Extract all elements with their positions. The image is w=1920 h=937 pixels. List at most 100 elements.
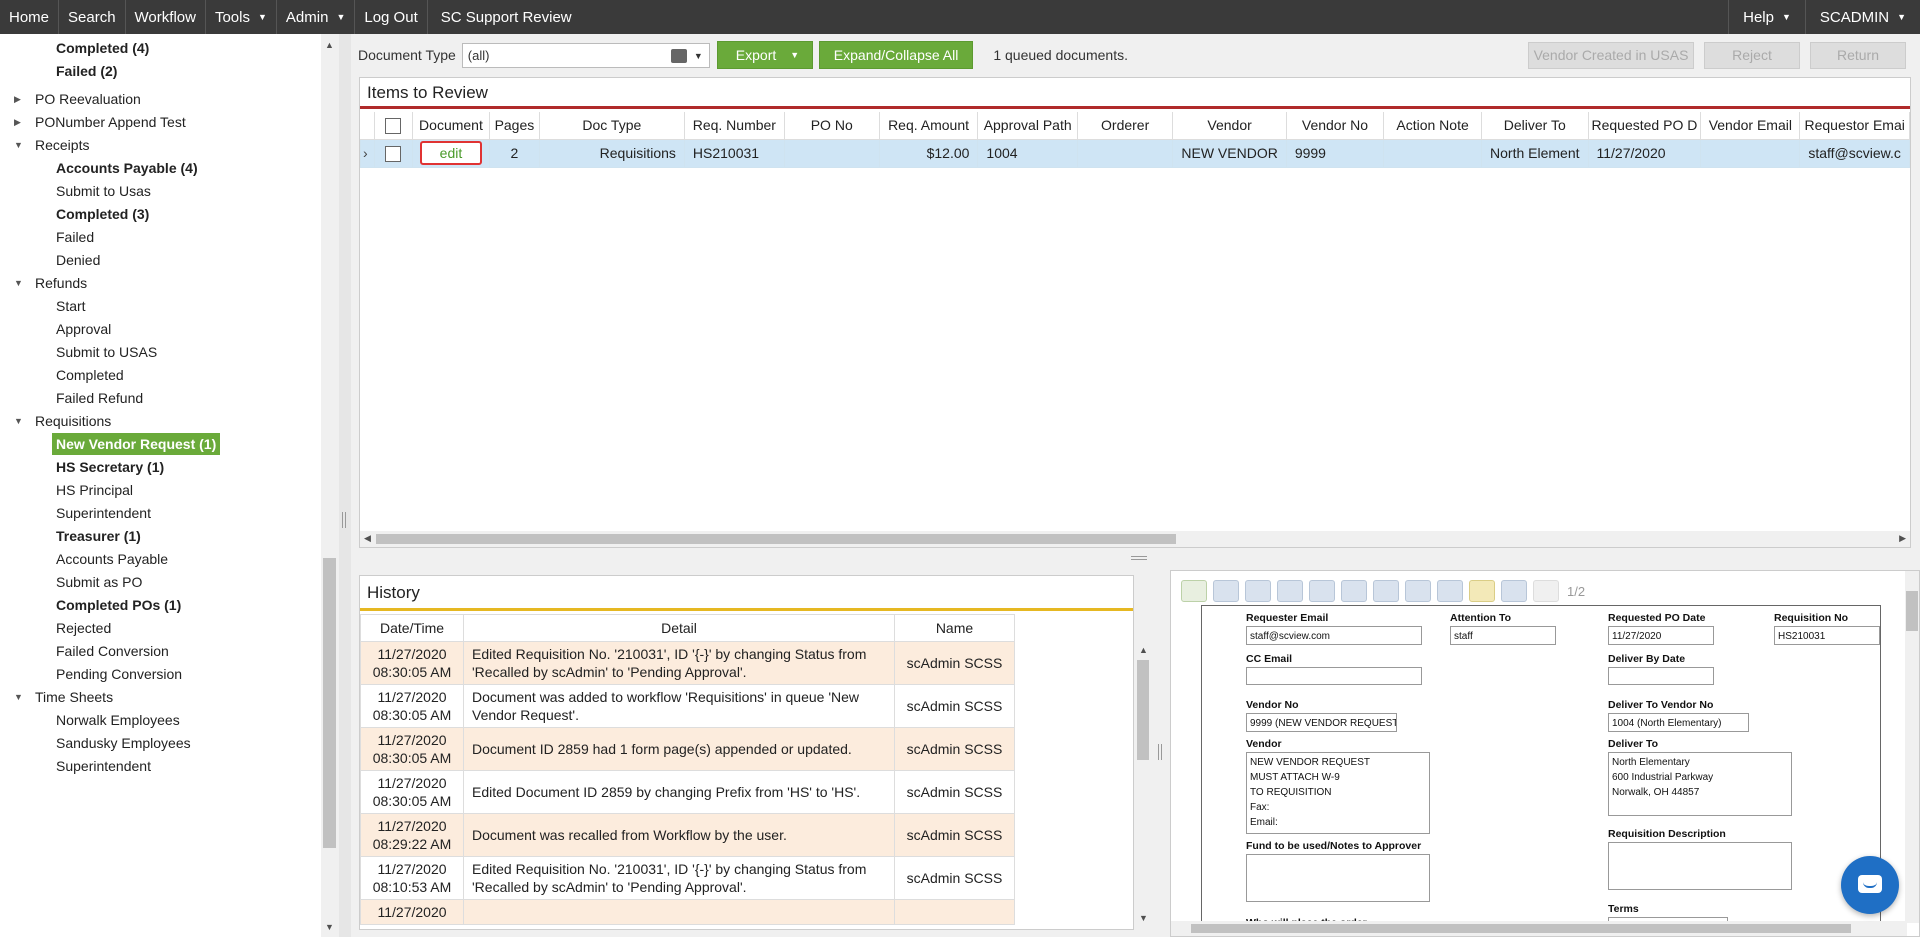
cell-req-amount: $12.00	[878, 138, 979, 168]
viewer-vertical-scrollbar[interactable]	[1905, 571, 1919, 923]
sidebar-splitter[interactable]	[339, 34, 351, 937]
edit-link[interactable]: edit	[419, 141, 483, 165]
col-header-datetime[interactable]: Date/Time	[360, 614, 464, 642]
review-toolbar: Document Type (all) ▼ Export ▼ Expand/Col…	[351, 34, 1920, 76]
col-header-vendor-no[interactable]: Vendor No	[1285, 112, 1385, 140]
col-header-req-number[interactable]: Req. Number	[683, 112, 785, 140]
nav-workflow[interactable]: Workflow	[126, 0, 206, 34]
print-icon[interactable]	[1213, 580, 1239, 602]
col-header-deliver-to[interactable]: Deliver To	[1481, 112, 1589, 140]
history-datetime: 11/27/2020 08:30:05 AM	[360, 770, 464, 814]
select-all-checkbox[interactable]	[385, 117, 402, 134]
vendor-created-button[interactable]: Vendor Created in USAS	[1528, 41, 1694, 69]
nav-search[interactable]: Search	[59, 0, 126, 34]
scroll-down-icon[interactable]: ▼	[1139, 913, 1148, 923]
fit-page-icon[interactable]	[1309, 580, 1335, 602]
col-header-pages[interactable]: Pages	[489, 112, 540, 140]
cc-email-label: CC Email	[1246, 653, 1293, 665]
col-header-vendor[interactable]: Vendor	[1172, 112, 1287, 140]
table-row[interactable]: › edit 2 Requisitions HS210031 $12.00 10…	[360, 138, 1910, 168]
table-row[interactable]: 11/27/2020 08:30:05 AM Edited Document ID …	[360, 770, 1015, 814]
table-row[interactable]: 11/27/2020	[360, 899, 1015, 925]
reject-button[interactable]: Reject	[1704, 41, 1800, 69]
col-header-approval-path[interactable]: Approval Path	[977, 112, 1078, 140]
caret-down-icon[interactable]: ▼	[694, 51, 703, 61]
scroll-up-icon[interactable]: ▲	[1139, 645, 1148, 655]
table-row[interactable]: 11/27/2020 08:30:05 AM Document was added …	[360, 684, 1015, 728]
table-row[interactable]: 11/27/2020 08:29:22 AM Document was recall…	[360, 813, 1015, 857]
col-header-document[interactable]: Document	[411, 112, 491, 140]
col-header-po-no[interactable]: PO No	[783, 112, 880, 140]
viewer-splitter[interactable]	[1152, 566, 1168, 937]
scroll-right-icon[interactable]: ▶	[1899, 533, 1906, 544]
row-select-cell[interactable]	[373, 138, 413, 168]
tree-item[interactable]: Superintendent	[0, 752, 151, 780]
tree-item[interactable]: Failed (2)	[0, 57, 117, 85]
history-datetime: 11/27/2020 08:30:05 AM	[360, 727, 464, 771]
col-header-req-amount[interactable]: Req. Amount	[878, 112, 979, 140]
row-checkbox[interactable]	[385, 145, 402, 162]
col-header-name[interactable]: Name	[894, 614, 1015, 642]
col-header-vendor-email[interactable]: Vendor Email	[1700, 112, 1801, 140]
scroll-up-icon[interactable]: ▲	[325, 40, 334, 50]
col-header-orderer[interactable]: Orderer	[1076, 112, 1174, 140]
zoom-in-icon[interactable]	[1245, 580, 1271, 602]
rotate-right-icon[interactable]	[1373, 580, 1399, 602]
nav-admin[interactable]: Admin ▼	[277, 0, 356, 34]
review-grid: Document Pages Doc Type Req. Number PO N…	[360, 112, 1910, 522]
tree-item-label: Denied	[56, 252, 101, 268]
expand-collapse-button[interactable]: Expand/Collapse All	[818, 41, 974, 69]
nav-logout[interactable]: Log Out	[355, 0, 428, 34]
export-button[interactable]: Export ▼	[716, 41, 813, 69]
col-header-doc-type[interactable]: Doc Type	[538, 112, 685, 140]
col-header-requested-po-date[interactable]: Requested PO D	[1587, 112, 1702, 140]
col-header-detail[interactable]: Detail	[463, 614, 895, 642]
stamp-icon[interactable]	[1501, 580, 1527, 602]
scroll-down-icon[interactable]: ▼	[325, 922, 334, 932]
doc-type-select[interactable]: (all) ▼	[461, 42, 710, 68]
burn-icon[interactable]	[1533, 580, 1559, 602]
col-header-requestor-email[interactable]: Requestor Emai	[1799, 112, 1910, 140]
nav-user-menu[interactable]: SCADMIN ▼	[1804, 0, 1920, 34]
nav-home[interactable]: Home	[0, 0, 60, 34]
row-expand-cell[interactable]: ›	[360, 138, 375, 168]
calculator-icon[interactable]	[670, 48, 687, 63]
sidebar-scroll-thumb[interactable]	[323, 558, 336, 848]
tree-item-label: Failed Conversion	[56, 643, 169, 659]
nav-tools[interactable]: Tools ▼	[206, 0, 277, 34]
grid-scroll-thumb[interactable]	[376, 534, 1176, 544]
viewer-scroll-thumb[interactable]	[1906, 591, 1918, 631]
scroll-left-icon[interactable]: ◀	[364, 533, 371, 544]
chevron-right-icon[interactable]: ›	[363, 145, 368, 161]
tree-item-label: Submit to USAS	[56, 344, 158, 360]
nav-help[interactable]: Help ▼	[1728, 0, 1805, 34]
viewer-horizontal-scrollbar[interactable]	[1171, 921, 1907, 936]
panel-splitter[interactable]	[351, 550, 1920, 566]
cell-deliver-to: North Element	[1481, 138, 1589, 168]
history-scroll-thumb[interactable]	[1137, 660, 1149, 760]
nav-help-label: Help	[1743, 8, 1774, 26]
deliver-vendor-field: 1004 (North Elementary)	[1608, 713, 1749, 732]
table-row[interactable]: 11/27/2020 08:30:05 AM Document ID 2859 ha…	[360, 727, 1015, 771]
grid-horizontal-scrollbar[interactable]: ◀ ▶	[360, 531, 1910, 547]
return-button[interactable]: Return	[1810, 41, 1906, 69]
chat-launcher-button[interactable]	[1841, 856, 1899, 914]
rotate-left-icon[interactable]	[1341, 580, 1367, 602]
highlight-icon[interactable]	[1469, 580, 1495, 602]
col-header-action-note[interactable]: Action Note	[1383, 112, 1483, 140]
add-page-icon[interactable]	[1181, 580, 1207, 602]
document-page: Requester Email staff@scview.com Attenti…	[1201, 605, 1881, 936]
viewer-hscroll-thumb[interactable]	[1191, 924, 1851, 933]
flip-icon[interactable]	[1405, 580, 1431, 602]
text-annotation-icon[interactable]	[1437, 580, 1463, 602]
table-row[interactable]: 11/27/2020 08:10:53 AM Edited Requisition …	[360, 856, 1015, 900]
history-detail: Document was added to workflow 'Requisit…	[463, 684, 895, 728]
attention-field: staff	[1450, 626, 1556, 645]
tree-item-label: Rejected	[56, 620, 112, 636]
address-line: NEW VENDOR REQUEST	[1250, 757, 1371, 768]
tree-item-label: Completed POs (1)	[56, 597, 182, 613]
address-line: MUST ATTACH W-9	[1250, 772, 1340, 783]
zoom-out-icon[interactable]	[1277, 580, 1303, 602]
table-row[interactable]: 11/27/2020 08:30:05 AM Edited Requisition …	[360, 641, 1015, 685]
history-time: 08:30:05 AM	[372, 793, 452, 809]
